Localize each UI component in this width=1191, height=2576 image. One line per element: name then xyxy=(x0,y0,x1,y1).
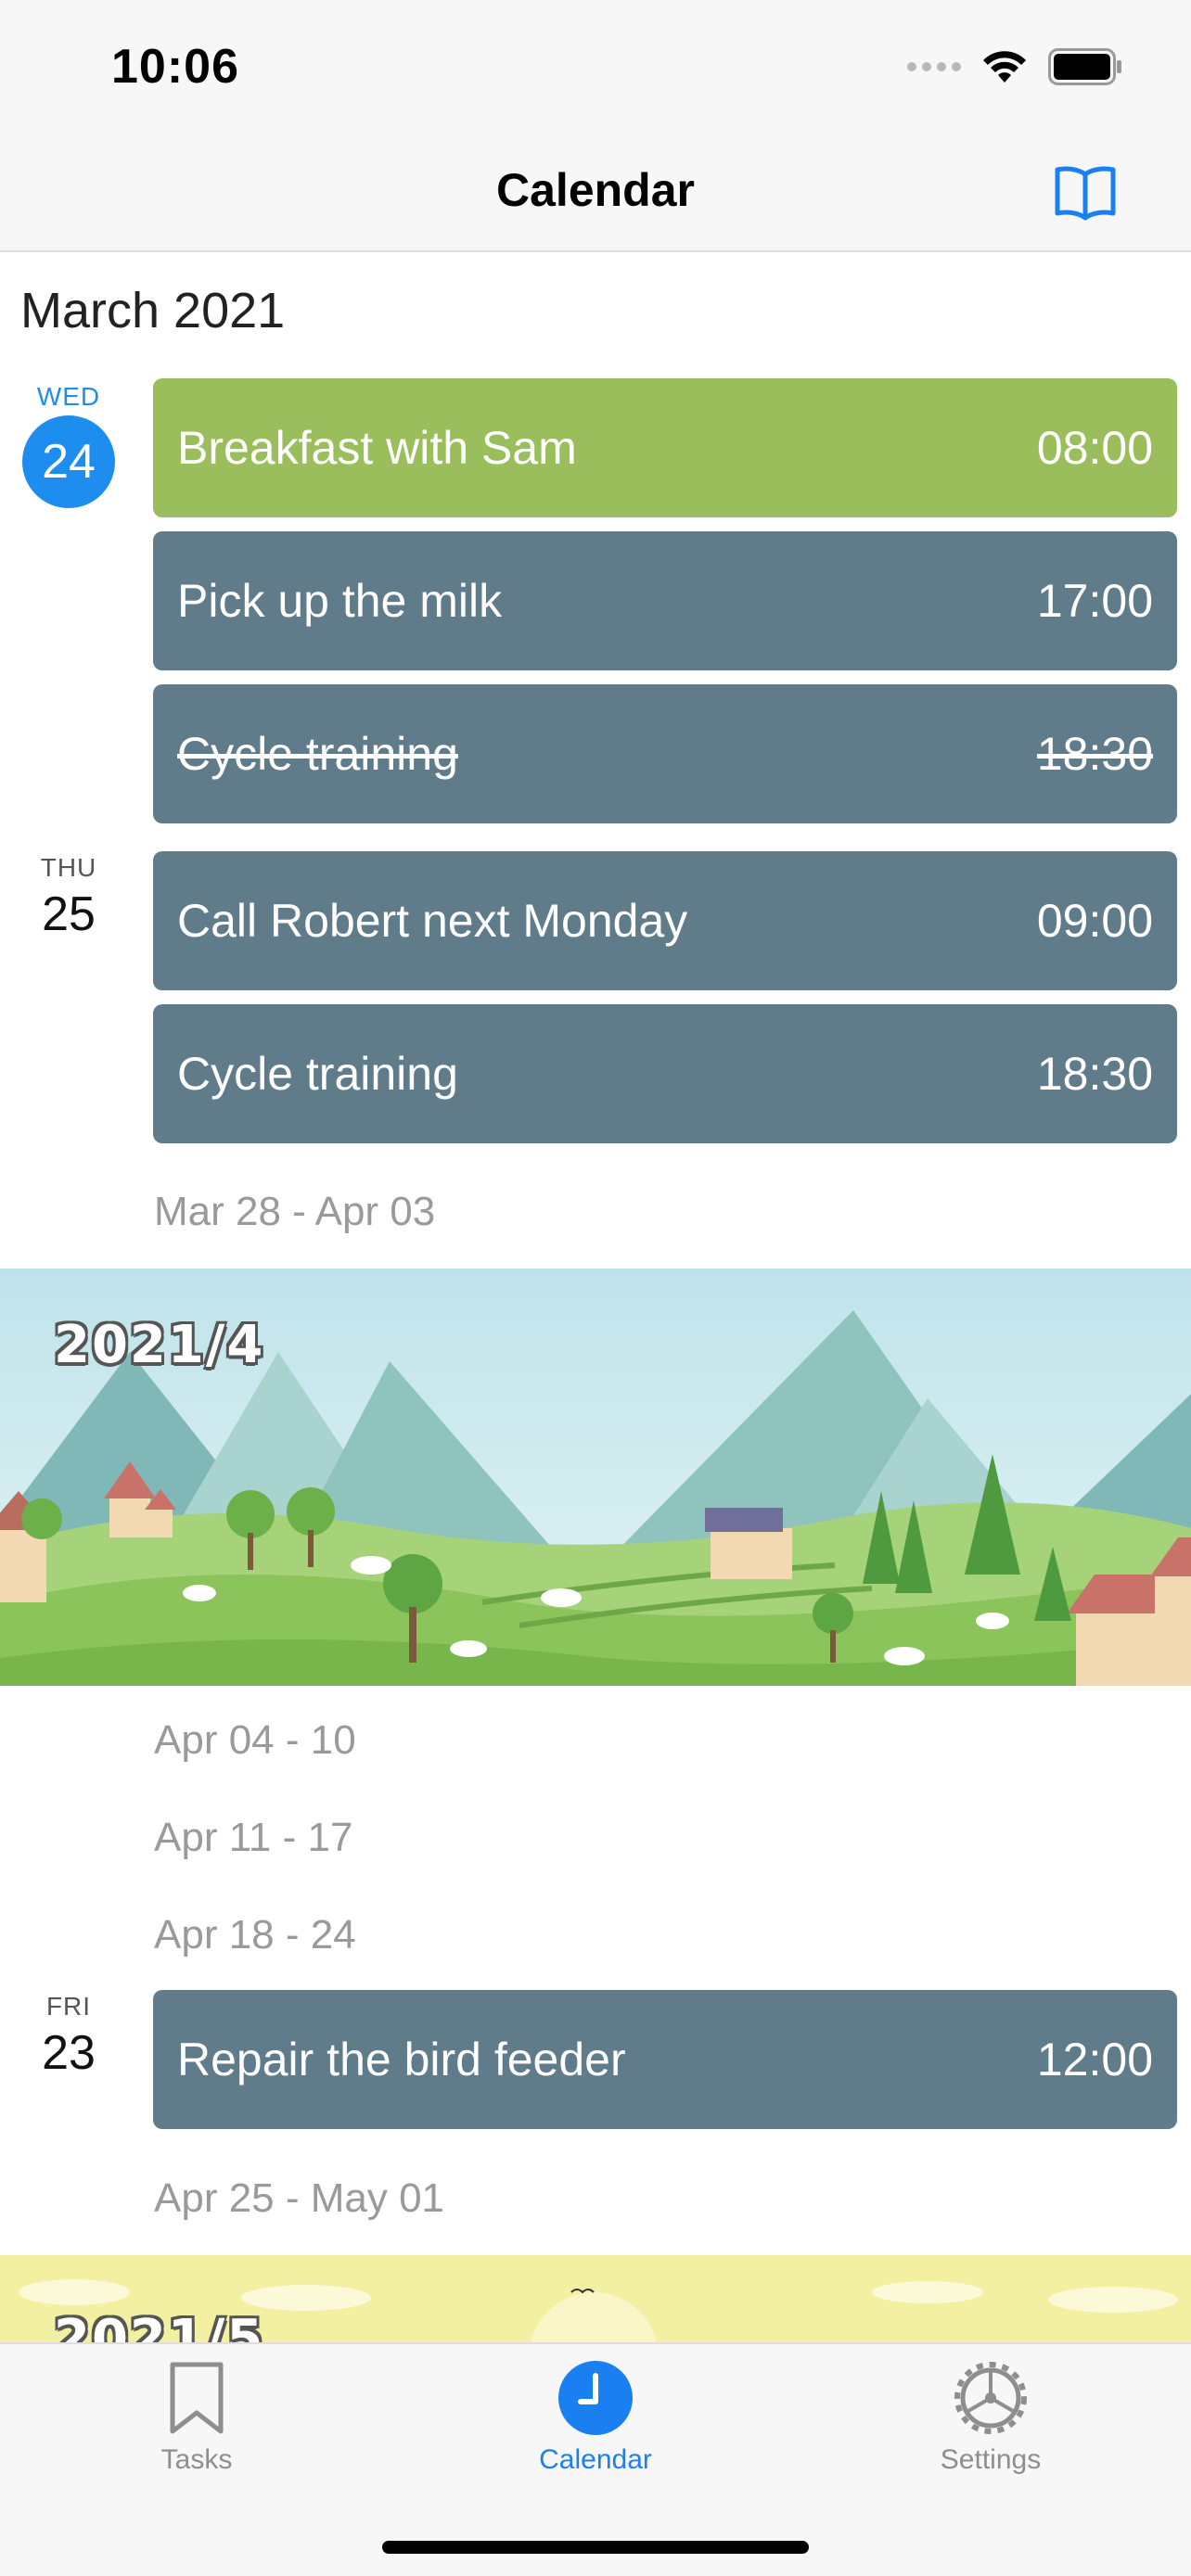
week-range-label[interactable]: Apr 11 - 17 xyxy=(154,1815,352,1861)
day-label-wed-24: WED 24 xyxy=(20,382,117,508)
gear-icon xyxy=(954,2362,1027,2434)
week-range-label[interactable]: Mar 28 - Apr 03 xyxy=(154,1189,435,1235)
day-of-week: THU xyxy=(40,853,97,882)
event-title: Call Robert next Monday xyxy=(177,895,688,947)
event-time: 18:30 xyxy=(1036,728,1153,780)
banner-year-label: 2021/5 xyxy=(54,2309,265,2342)
event-time: 12:00 xyxy=(1036,2034,1153,2085)
tab-calendar[interactable]: Calendar xyxy=(475,2359,716,2476)
banner-year-label: 2021/4 xyxy=(54,1315,265,1375)
event-card-completed[interactable]: Cycle training 18:30 xyxy=(153,684,1177,823)
battery-icon xyxy=(1048,48,1121,85)
book-icon[interactable] xyxy=(1052,158,1119,224)
today-date-badge: 24 xyxy=(22,415,115,508)
wifi-icon xyxy=(983,51,1026,83)
week-range-label[interactable]: Apr 04 - 10 xyxy=(154,1717,356,1764)
tab-settings[interactable]: Settings xyxy=(870,2359,1111,2476)
status-icons xyxy=(907,48,1124,85)
event-card[interactable]: Breakfast with Sam 08:00 xyxy=(153,378,1177,517)
event-card[interactable]: Repair the bird feeder 12:00 xyxy=(153,1990,1177,2129)
day-number: 25 xyxy=(42,887,96,941)
calendar-list[interactable]: March 2021 WED 24 Breakfast with Sam 08:… xyxy=(0,254,1191,2342)
event-card[interactable]: Call Robert next Monday 09:00 xyxy=(153,851,1177,990)
event-title: Cycle training xyxy=(177,1048,458,1100)
event-time: 08:00 xyxy=(1036,422,1153,474)
week-range-label[interactable]: Apr 25 - May 01 xyxy=(154,2175,444,2222)
cellular-signal-icon xyxy=(907,62,961,71)
event-title: Repair the bird feeder xyxy=(177,2034,626,2085)
event-title: Pick up the milk xyxy=(177,575,503,627)
navigation-bar: Calendar xyxy=(0,130,1191,252)
page-title: Calendar xyxy=(496,164,695,216)
tab-label: Calendar xyxy=(539,2444,652,2475)
day-of-week: FRI xyxy=(45,1992,92,2021)
status-bar: 10:06 xyxy=(0,0,1191,130)
tab-label: Settings xyxy=(940,2444,1042,2475)
event-title: Breakfast with Sam xyxy=(177,422,577,474)
event-title: Cycle training xyxy=(177,728,458,780)
day-of-week: WED xyxy=(36,382,101,411)
home-indicator[interactable] xyxy=(382,2541,809,2554)
day-label-thu-25: THU 25 xyxy=(20,853,117,942)
event-time: 09:00 xyxy=(1036,895,1153,947)
event-card[interactable]: Pick up the milk 17:00 xyxy=(153,531,1177,670)
event-time: 17:00 xyxy=(1036,575,1153,627)
tab-tasks[interactable]: Tasks xyxy=(76,2359,317,2476)
day-number: 23 xyxy=(42,2026,96,2080)
week-range-label[interactable]: Apr 18 - 24 xyxy=(154,1912,356,1958)
bookmark-icon xyxy=(170,2362,224,2434)
month-banner-may: 2021/5 xyxy=(0,2255,1191,2342)
event-time: 18:30 xyxy=(1036,1048,1153,1100)
clock-icon xyxy=(558,2361,633,2435)
event-card[interactable]: Cycle training 18:30 xyxy=(153,1004,1177,1143)
status-time: 10:06 xyxy=(111,40,239,94)
month-title: March 2021 xyxy=(20,283,286,338)
month-banner-april: 2021/4 xyxy=(0,1269,1191,1686)
tab-label: Tasks xyxy=(160,2444,233,2475)
day-label-fri-23: FRI 23 xyxy=(20,1992,117,2081)
